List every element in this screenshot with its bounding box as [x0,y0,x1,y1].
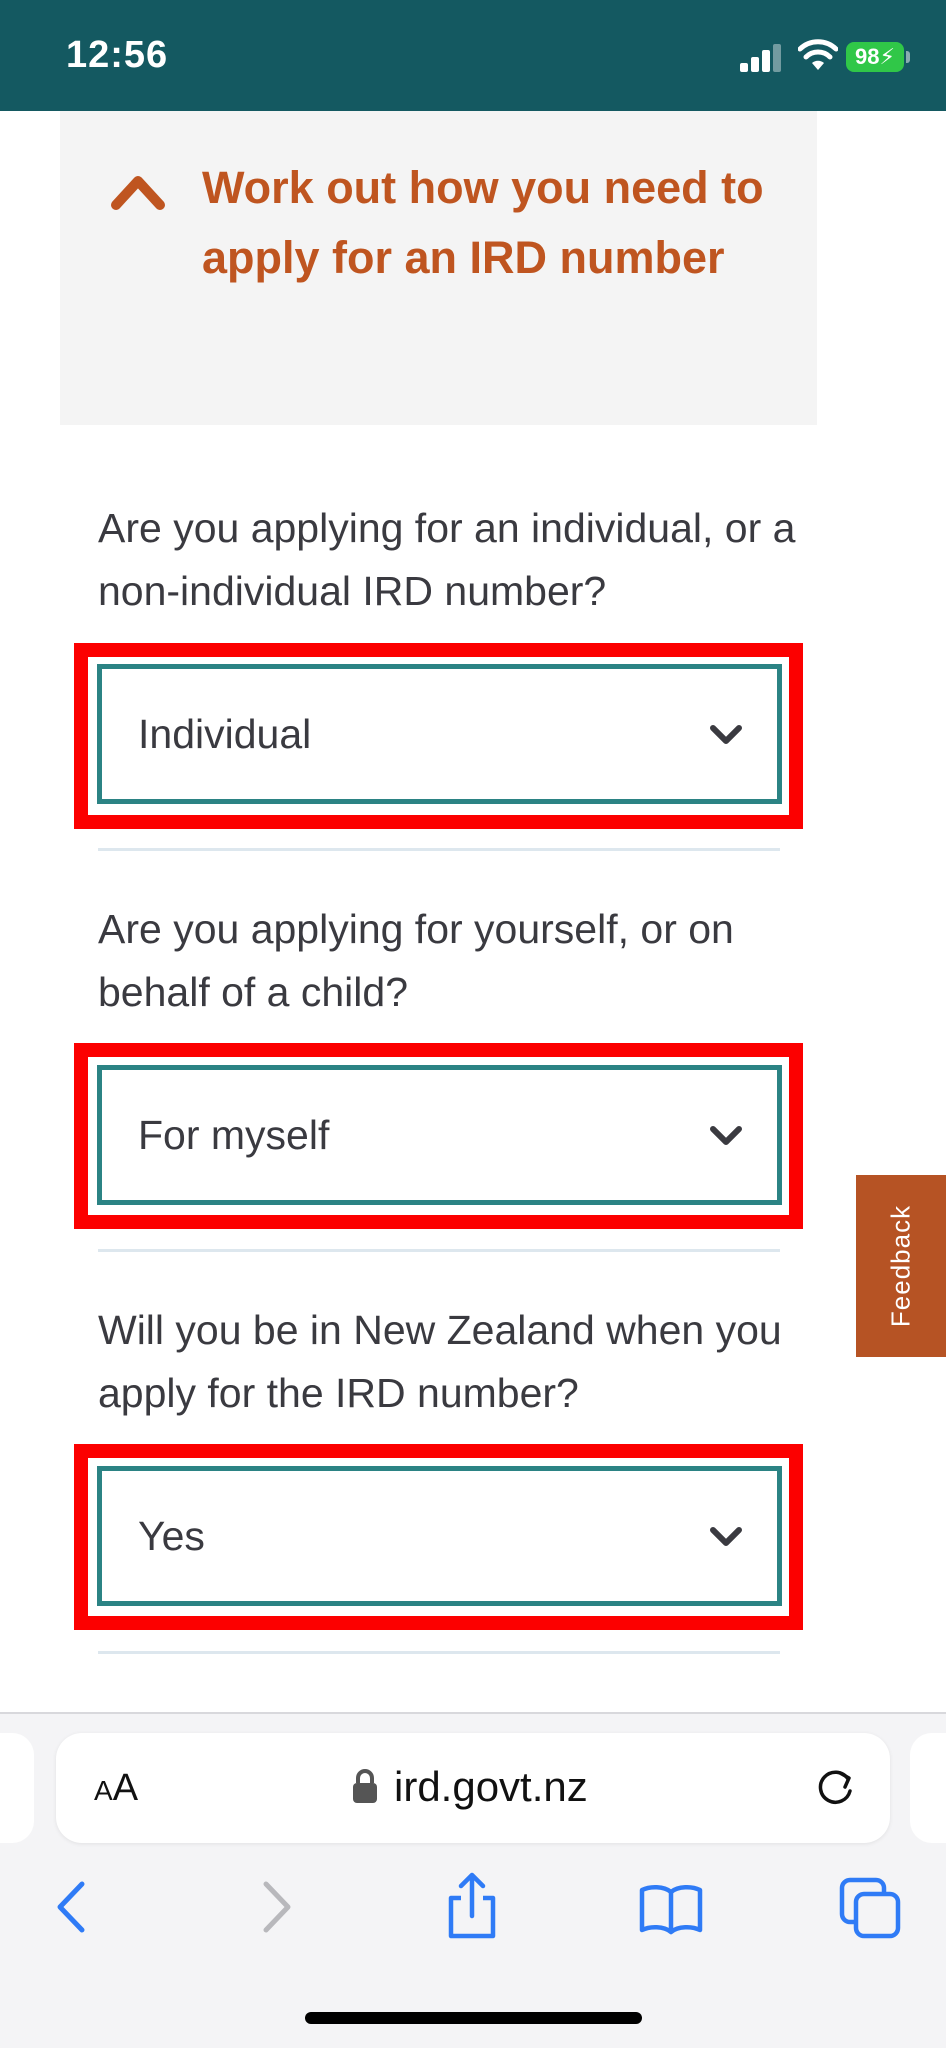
question-label-in-nz: Will you be in New Zealand when you appl… [98,1307,782,1416]
forward-arrow-icon[interactable] [240,1872,310,1942]
aa-small: A [94,1775,113,1806]
url-text: ird.govt.nz [394,1763,588,1810]
select-individual-type[interactable]: Individual [97,664,782,804]
address-bar[interactable]: AA ird.govt.nz [56,1733,890,1843]
aa-large: A [112,1767,139,1809]
divider [98,1651,780,1654]
select-value: Individual [138,711,312,757]
chevron-up-icon [111,176,165,210]
reload-icon[interactable] [812,1763,860,1811]
back-arrow-icon[interactable] [38,1872,108,1942]
accordion-header[interactable]: Work out how you need to apply for an IR… [60,111,817,425]
select-in-new-zealand[interactable]: Yes [97,1466,782,1606]
battery-icon: 98⚡ [846,42,904,72]
status-bar: 12:56 98⚡ [0,0,946,111]
reader-options-button[interactable]: AA [94,1767,138,1810]
share-icon[interactable] [437,1872,507,1942]
select-applicant[interactable]: For myself [97,1065,782,1205]
battery-level: 98 [855,44,880,69]
wifi-icon [798,39,838,70]
select-value: For myself [138,1112,330,1158]
cellular-signal-icon [740,42,782,72]
feedback-label: Feedback [885,1204,916,1328]
lock-icon [353,1769,377,1803]
question-label-applicant: Are you applying for yourself, or on beh… [98,906,734,1015]
chevron-down-icon [710,1527,742,1546]
battery-cap [906,51,910,63]
chevron-down-icon [710,1126,742,1145]
divider [98,848,780,851]
chevron-down-icon [710,725,742,744]
home-indicator [305,2012,642,2024]
next-tab-card[interactable] [910,1733,946,1843]
tabs-icon[interactable] [836,1872,906,1942]
accordion-title: Work out how you need to apply for an IR… [202,162,764,283]
previous-tab-card[interactable] [0,1733,34,1843]
status-time: 12:56 [66,34,169,76]
question-label-individual: Are you applying for an individual, or a… [98,505,796,614]
bookmarks-icon[interactable] [636,1872,706,1942]
feedback-button[interactable]: Feedback [856,1175,946,1357]
select-value: Yes [138,1513,205,1559]
divider [98,1249,780,1252]
